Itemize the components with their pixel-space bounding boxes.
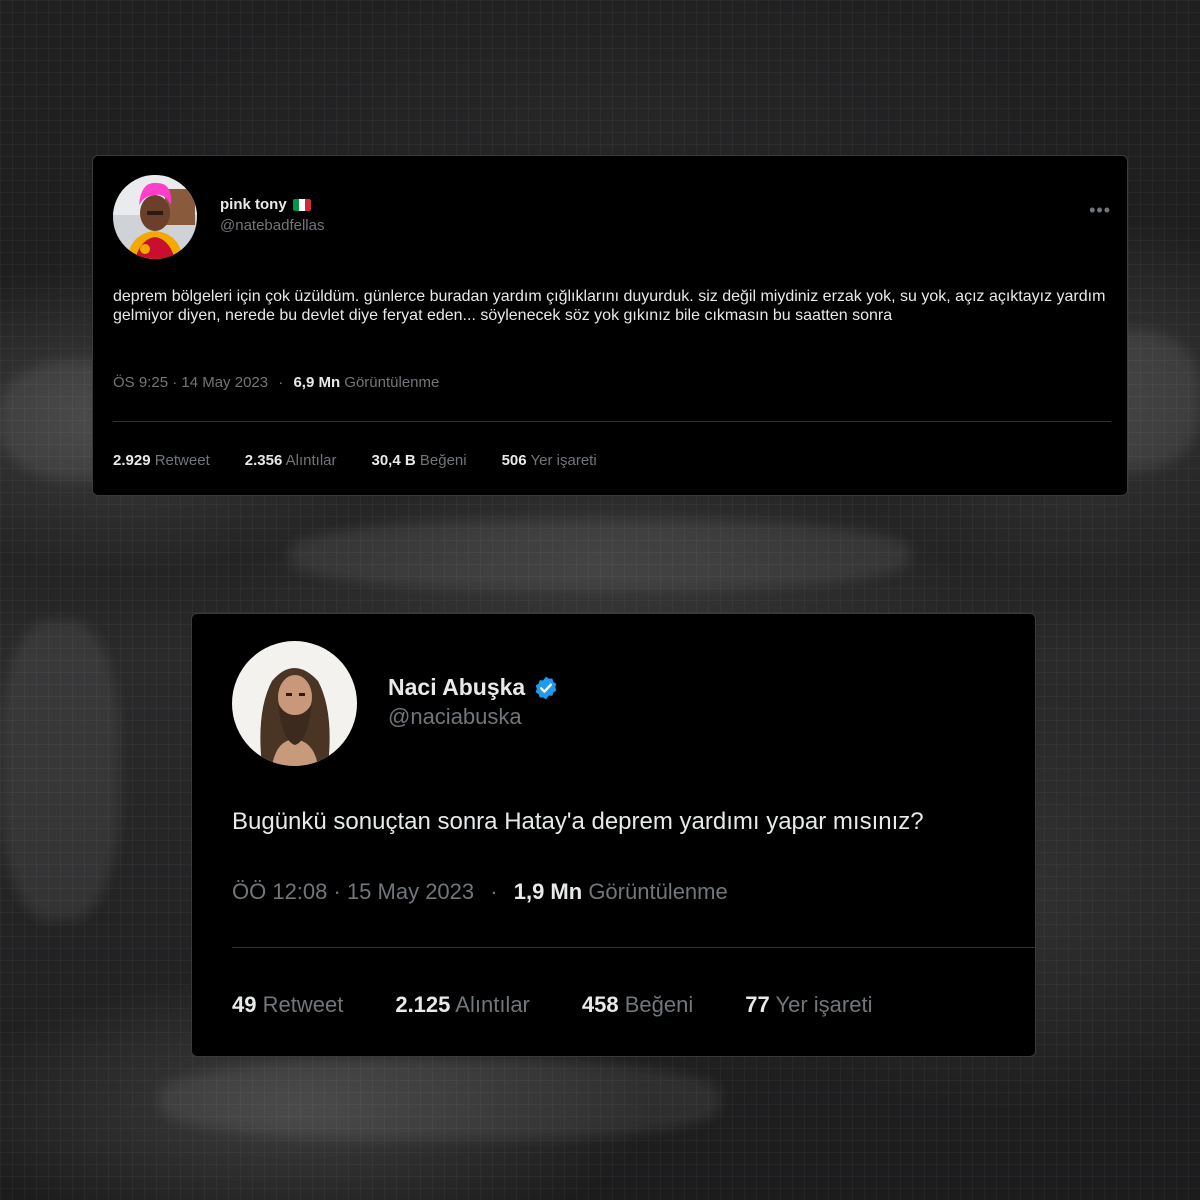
bookmarks-count: 506: [501, 452, 527, 469]
retweet-stat[interactable]: 49 Retweet: [232, 992, 343, 1018]
rubble-shape: [160, 1060, 720, 1140]
bookmarks-stat[interactable]: 77 Yer işareti: [745, 992, 872, 1018]
user-handle[interactable]: @naciabuska: [388, 704, 522, 730]
author-name-row: pink tony: [220, 196, 311, 213]
timestamp[interactable]: ÖÖ 12:08 · 15 May 2023: [232, 879, 474, 904]
quotes-count: 2.125: [395, 992, 451, 1017]
quotes-label: Alıntılar: [455, 992, 530, 1017]
bookmarks-stat[interactable]: 506 Yer işareti: [502, 452, 597, 469]
retweet-label: Retweet: [262, 992, 344, 1017]
likes-stat[interactable]: 458 Beğeni: [582, 992, 693, 1018]
tweet-meta: ÖS 9:25 · 14 May 2023 · 6,9 Mn Görüntüle…: [113, 374, 439, 391]
tweet-meta: ÖÖ 12:08 · 15 May 2023 · 1,9 Mn Görüntül…: [232, 879, 728, 905]
meta-separator: ·: [490, 879, 498, 904]
tweet-text: deprem bölgeleri için çok üzüldüm. günle…: [113, 288, 1106, 324]
retweet-count: 49: [232, 992, 257, 1017]
rubble-shape: [290, 520, 910, 590]
retweet-label: Retweet: [154, 452, 210, 469]
rubble-shape: [0, 620, 120, 920]
quotes-stat[interactable]: 2.125 Alıntılar: [395, 992, 530, 1018]
tweet-card-pink-tony[interactable]: pink tony @natebadfellas ••• deprem bölg…: [92, 155, 1128, 496]
timestamp[interactable]: ÖS 9:25 · 14 May 2023: [113, 374, 268, 391]
tweet-text: Bugünkü sonuçtan sonra Hatay'a deprem ya…: [232, 808, 924, 835]
likes-count: 30,4 B: [371, 452, 416, 469]
bookmarks-label: Yer işareti: [775, 992, 873, 1017]
likes-count: 458: [581, 992, 619, 1017]
italy-flag-icon: [292, 198, 311, 211]
divider: [232, 947, 1035, 948]
display-name[interactable]: Naci Abuşka: [388, 674, 525, 701]
likes-stat[interactable]: 30,4 B Beğeni: [372, 452, 467, 469]
quotes-label: Alıntılar: [285, 452, 337, 469]
views-count: 6,9 Mn: [293, 374, 341, 391]
engagement-stats: 49 Retweet 2.125 Alıntılar 458 Beğeni 77…: [232, 992, 924, 1018]
bookmarks-count: 77: [745, 992, 770, 1017]
tweet-card-naci-abuska[interactable]: Naci Abuşka @naciabuska Bugünkü sonuçtan…: [191, 613, 1036, 1057]
likes-label: Beğeni: [419, 452, 467, 469]
author-name-row: Naci Abuşka: [388, 674, 559, 701]
views-label: Görüntülenme: [344, 374, 440, 391]
views-label: Görüntülenme: [588, 879, 728, 904]
engagement-stats: 2.929 Retweet 2.356 Alıntılar 30,4 B Beğ…: [113, 452, 632, 469]
display-name[interactable]: pink tony: [220, 196, 287, 213]
retweet-stat[interactable]: 2.929 Retweet: [113, 452, 210, 469]
background-photo: pink tony @natebadfellas ••• deprem bölg…: [0, 0, 1200, 1200]
avatar[interactable]: [113, 175, 197, 259]
avatar-image: [232, 641, 357, 766]
quotes-stat[interactable]: 2.356 Alıntılar: [245, 452, 337, 469]
views-count: 1,9 Mn: [513, 879, 583, 904]
quotes-count: 2.356: [244, 452, 283, 469]
user-handle[interactable]: @natebadfellas: [220, 217, 324, 234]
verified-badge-icon: [533, 675, 559, 701]
meta-separator: ·: [278, 374, 284, 391]
avatar-image: [113, 175, 197, 259]
divider: [113, 421, 1111, 422]
more-options-icon[interactable]: •••: [1089, 200, 1111, 221]
likes-label: Beğeni: [624, 992, 694, 1017]
retweet-count: 2.929: [113, 452, 151, 469]
bookmarks-label: Yer işareti: [530, 452, 597, 469]
avatar[interactable]: [232, 641, 357, 766]
